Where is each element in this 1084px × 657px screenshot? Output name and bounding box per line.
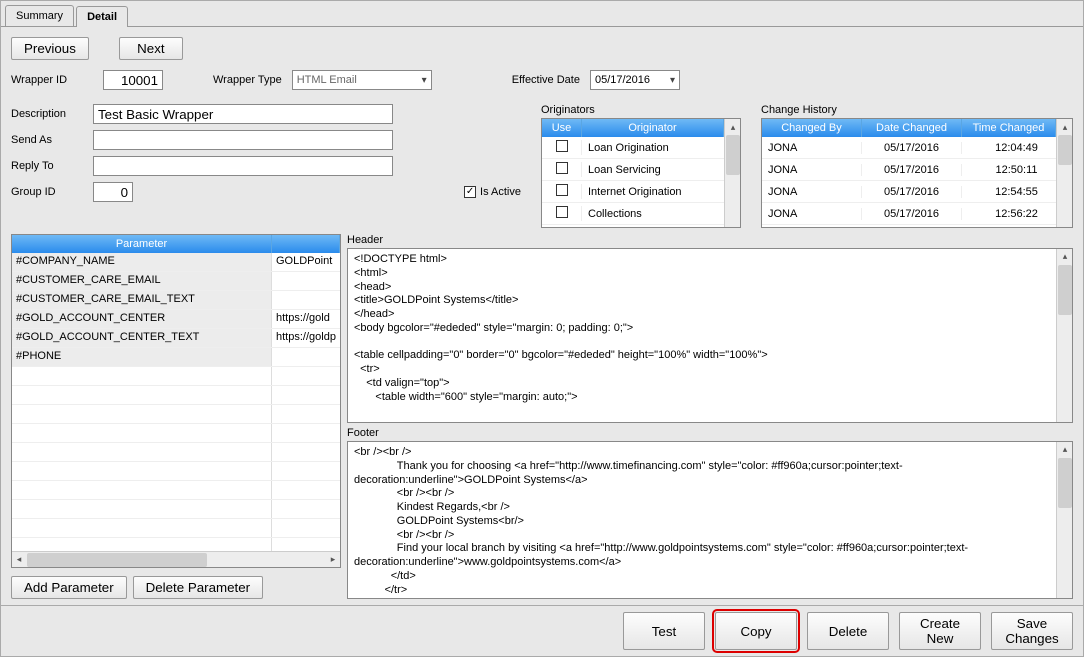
parameter-row[interactable] bbox=[12, 424, 340, 443]
parameter-row[interactable] bbox=[12, 443, 340, 462]
history-row[interactable]: JONA05/17/201612:54:55 bbox=[762, 181, 1072, 203]
description-input[interactable] bbox=[93, 104, 393, 124]
parameter-row[interactable] bbox=[12, 386, 340, 405]
tab-detail[interactable]: Detail bbox=[76, 6, 128, 27]
create-new-button[interactable]: Create New bbox=[899, 612, 981, 650]
wrapper-type-label: Wrapper Type bbox=[213, 74, 282, 86]
parameter-row[interactable] bbox=[12, 481, 340, 500]
parameter-row[interactable]: #CUSTOMER_CARE_EMAIL bbox=[12, 272, 340, 291]
col-time-changed[interactable]: Time Changed bbox=[962, 119, 1056, 137]
parameter-row[interactable] bbox=[12, 367, 340, 386]
reply-to-label: Reply To bbox=[11, 160, 93, 172]
originators-label: Originators bbox=[541, 104, 741, 116]
wrapper-id-label: Wrapper ID bbox=[11, 74, 93, 86]
checkbox-icon[interactable] bbox=[556, 162, 568, 174]
parameter-row[interactable]: #GOLD_ACCOUNT_CENTERhttps://gold bbox=[12, 310, 340, 329]
footer-textarea[interactable]: <br /><br /> Thank you for choosing <a h… bbox=[347, 441, 1073, 599]
chevron-down-icon: ▾ bbox=[670, 75, 675, 86]
originator-row[interactable]: Internet Origination bbox=[542, 181, 740, 203]
scrollbar[interactable]: ▴ bbox=[1056, 442, 1072, 598]
wrapper-id-input[interactable] bbox=[103, 70, 163, 90]
parameter-row[interactable]: #CUSTOMER_CARE_EMAIL_TEXT bbox=[12, 291, 340, 310]
delete-parameter-button[interactable]: Delete Parameter bbox=[133, 576, 263, 599]
tabs: Summary Detail bbox=[5, 5, 1083, 26]
checkbox-icon[interactable] bbox=[556, 206, 568, 218]
scroll-left-icon[interactable]: ◂ bbox=[12, 553, 26, 567]
footer-label: Footer bbox=[347, 427, 1073, 439]
parameter-grid[interactable]: Parameter #COMPANY_NAMEGOLDPoint#CUSTOME… bbox=[11, 234, 341, 568]
is-active-checkbox[interactable]: ✓ bbox=[464, 186, 476, 198]
reply-to-input[interactable] bbox=[93, 156, 393, 176]
effective-date-select[interactable]: 05/17/2016 ▾ bbox=[590, 70, 680, 90]
change-history-label: Change History bbox=[761, 104, 1073, 116]
is-active-label: Is Active bbox=[480, 186, 521, 198]
scrollbar[interactable]: ▴ bbox=[724, 119, 740, 227]
scrollbar[interactable]: ▴ bbox=[1056, 249, 1072, 422]
history-row[interactable]: JONA05/17/201612:50:11 bbox=[762, 159, 1072, 181]
originators-list[interactable]: Loan OriginationLoan ServicingInternet O… bbox=[542, 137, 740, 225]
test-button[interactable]: Test bbox=[623, 612, 705, 650]
previous-button[interactable]: Previous bbox=[11, 37, 89, 60]
originator-row[interactable]: Loan Servicing bbox=[542, 159, 740, 181]
add-parameter-button[interactable]: Add Parameter bbox=[11, 576, 127, 599]
effective-date-label: Effective Date bbox=[512, 74, 580, 86]
parameter-row[interactable] bbox=[12, 500, 340, 519]
col-date-changed[interactable]: Date Changed bbox=[862, 119, 962, 137]
chevron-down-icon: ▾ bbox=[422, 75, 427, 86]
col-parameter[interactable]: Parameter bbox=[12, 235, 272, 253]
footer-toolbar: Test Copy Delete Create New Save Changes bbox=[1, 605, 1083, 656]
originator-row[interactable]: Loan Origination bbox=[542, 137, 740, 159]
send-as-label: Send As bbox=[11, 134, 93, 146]
send-as-input[interactable] bbox=[93, 130, 393, 150]
delete-button[interactable]: Delete bbox=[807, 612, 889, 650]
copy-button[interactable]: Copy bbox=[715, 612, 797, 650]
parameter-row[interactable] bbox=[12, 405, 340, 424]
parameter-row[interactable]: #PHONE bbox=[12, 348, 340, 367]
description-label: Description bbox=[11, 108, 93, 120]
header-label: Header bbox=[347, 234, 1073, 246]
group-id-input[interactable] bbox=[93, 182, 133, 202]
change-history-list[interactable]: JONA05/17/201612:04:49JONA05/17/201612:5… bbox=[762, 137, 1072, 225]
checkbox-icon[interactable] bbox=[556, 184, 568, 196]
header-textarea[interactable]: <!DOCTYPE html> <html> <head> <title>GOL… bbox=[347, 248, 1073, 423]
checkbox-icon[interactable] bbox=[556, 140, 568, 152]
history-row[interactable]: JONA05/17/201612:56:22 bbox=[762, 203, 1072, 225]
history-row[interactable]: JONA05/17/201612:04:49 bbox=[762, 137, 1072, 159]
parameter-row[interactable] bbox=[12, 519, 340, 538]
col-originator[interactable]: Originator bbox=[582, 119, 724, 137]
col-use[interactable]: Use bbox=[542, 119, 582, 137]
scrollbar[interactable]: ▴ bbox=[1056, 119, 1072, 227]
group-id-label: Group ID bbox=[11, 186, 93, 198]
col-changed-by[interactable]: Changed By bbox=[762, 119, 862, 137]
save-changes-button[interactable]: Save Changes bbox=[991, 612, 1073, 650]
parameter-row[interactable]: #GOLD_ACCOUNT_CENTER_TEXThttps://goldp bbox=[12, 329, 340, 348]
originator-row[interactable]: Collections bbox=[542, 203, 740, 225]
parameter-row[interactable]: #COMPANY_NAMEGOLDPoint bbox=[12, 253, 340, 272]
next-button[interactable]: Next bbox=[119, 37, 183, 60]
tab-summary[interactable]: Summary bbox=[5, 5, 74, 26]
parameter-row[interactable] bbox=[12, 462, 340, 481]
scroll-right-icon[interactable]: ▸ bbox=[326, 553, 340, 567]
wrapper-type-select[interactable]: HTML Email ▾ bbox=[292, 70, 432, 90]
